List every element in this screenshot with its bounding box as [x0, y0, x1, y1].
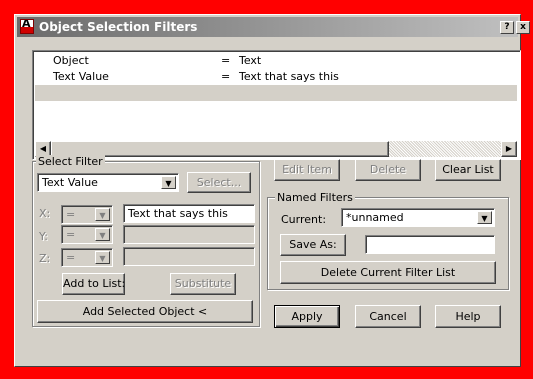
select-filter-legend: Select Filter	[36, 155, 105, 168]
horizontal-scrollbar[interactable]: ◀ ▶	[35, 141, 517, 157]
list-item[interactable]: Object = Text	[35, 53, 517, 69]
y-operator-dropdown[interactable]: = ▼	[61, 225, 113, 244]
z-operator-value: =	[66, 251, 76, 264]
cancel-label: Cancel	[369, 310, 407, 323]
close-button[interactable]: x	[516, 21, 530, 34]
x-label: X:	[39, 207, 51, 220]
autocad-app-icon: A	[20, 19, 34, 34]
filter-name: Text Value	[53, 70, 109, 83]
list-item-empty-selected[interactable]	[35, 85, 517, 101]
help-title-button[interactable]: ?	[500, 21, 514, 34]
help-label: Help	[455, 310, 481, 323]
named-filters-legend: Named Filters	[275, 191, 355, 204]
select-button-label: Select...	[196, 176, 242, 189]
x-value-input[interactable]: Text that says this	[123, 204, 255, 223]
filter-operator: =	[221, 70, 231, 83]
z-value-input[interactable]	[123, 247, 255, 266]
dialog-title: Object Selection Filters	[39, 20, 198, 34]
cancel-button[interactable]: Cancel	[355, 305, 421, 328]
substitute-label: Substitute	[174, 277, 232, 290]
chevron-down-icon[interactable]: ▼	[161, 176, 176, 189]
z-operator-dropdown[interactable]: = ▼	[61, 248, 113, 267]
delete-current-filter-list-button[interactable]: Delete Current Filter List	[280, 261, 496, 284]
filter-operator: =	[221, 54, 231, 67]
add-selected-object-label: Add Selected Object <	[82, 305, 208, 318]
chevron-down-icon[interactable]: ▼	[95, 251, 110, 264]
list-item[interactable]: Text Value = Text that says this	[35, 69, 517, 85]
add-to-list-button[interactable]: Add to List:	[62, 273, 125, 295]
apply-label: Apply	[291, 310, 323, 323]
delete-current-filter-list-label: Delete Current Filter List	[320, 266, 456, 279]
filter-name: Object	[53, 54, 89, 67]
x-operator-value: =	[66, 208, 76, 221]
delete-button[interactable]: Delete	[355, 159, 421, 181]
apply-button[interactable]: Apply	[274, 305, 340, 328]
save-as-button[interactable]: Save As:	[280, 234, 346, 256]
add-selected-object-button[interactable]: Add Selected Object <	[37, 300, 253, 323]
title-bar[interactable]: A Object Selection Filters ? x	[17, 17, 530, 37]
delete-label: Delete	[369, 163, 407, 176]
substitute-button[interactable]: Substitute	[170, 273, 236, 295]
current-filter-value: *unnamed	[346, 211, 404, 224]
x-operator-dropdown[interactable]: = ▼	[61, 205, 113, 224]
x-value-text: Text that says this	[128, 207, 228, 220]
select-button[interactable]: Select...	[187, 172, 251, 193]
filter-value: Text	[239, 54, 262, 67]
chevron-down-icon[interactable]: ▼	[477, 211, 492, 224]
current-label: Current:	[281, 213, 327, 226]
object-selection-filters-dialog: A Object Selection Filters ? x Object = …	[14, 14, 530, 367]
chevron-down-icon[interactable]: ▼	[95, 228, 110, 241]
help-button[interactable]: Help	[435, 305, 501, 328]
scroll-right-icon[interactable]: ▶	[501, 141, 517, 157]
save-as-input[interactable]	[365, 235, 495, 254]
clear-list-label: Clear List	[442, 163, 494, 176]
edit-item-label: Edit Item	[282, 163, 332, 176]
edit-item-button[interactable]: Edit Item	[274, 159, 340, 181]
y-operator-value: =	[66, 228, 76, 241]
save-as-label: Save As:	[289, 238, 337, 251]
filter-type-value: Text Value	[42, 176, 98, 189]
add-to-list-label: Add to List:	[63, 277, 126, 290]
z-label: Z:	[39, 252, 51, 265]
current-filter-dropdown[interactable]: *unnamed ▼	[341, 208, 495, 227]
filter-list[interactable]: Object = Text Text Value = Text that say…	[32, 50, 521, 160]
chevron-down-icon[interactable]: ▼	[95, 208, 110, 221]
y-value-input[interactable]	[123, 225, 255, 244]
clear-list-button[interactable]: Clear List	[435, 159, 501, 181]
y-label: Y:	[39, 230, 48, 243]
filter-value: Text that says this	[239, 70, 339, 83]
filter-type-dropdown[interactable]: Text Value ▼	[37, 173, 179, 192]
